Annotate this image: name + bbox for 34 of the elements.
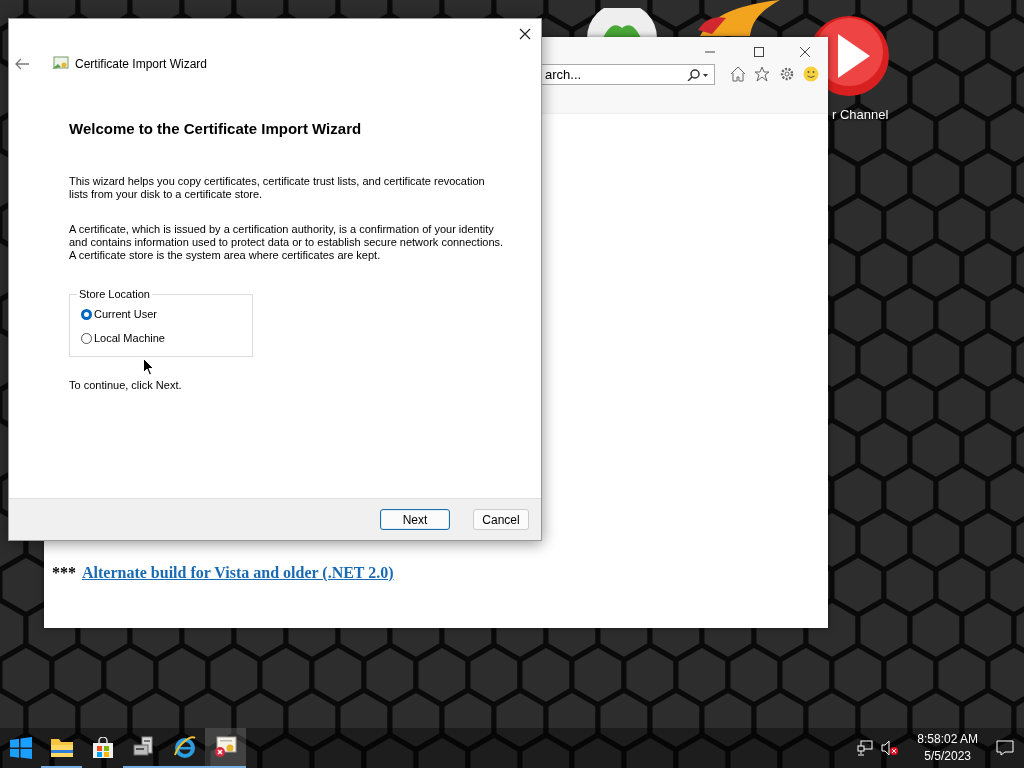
settings-icon[interactable] [779, 66, 795, 82]
group-label: Store Location [78, 288, 151, 300]
hint-text: To continue, click Next. [69, 379, 182, 391]
search-icon [687, 69, 709, 81]
close-icon [800, 47, 810, 57]
certificate-error-icon [213, 736, 238, 758]
wizard-heading: Welcome to the Certificate Import Wizard [69, 120, 362, 137]
description-text: A certificate, which is issued by a certification authority, is a confirmation of your identity and contains information used to protect data or to establish secure network connections. A certificate store is the system area where certificates are kept. [69, 223, 504, 262]
radio-option[interactable]: Local Machine [81, 326, 165, 350]
windows-logo-icon [8, 736, 33, 760]
muted-speaker-icon[interactable] [881, 740, 900, 756]
back-arrow-icon[interactable] [15, 58, 29, 70]
description-text: This wizard helps you copy certificates, certificate trust lists, and certificate revocation lists from your disk to a certificate store. [69, 175, 486, 201]
network-icon[interactable] [857, 740, 874, 756]
home-icon[interactable] [730, 66, 746, 82]
browser-e-icon [172, 735, 197, 759]
next-button[interactable]: Next [380, 509, 450, 530]
certificate-icon [51, 56, 69, 72]
desktop-icon-label[interactable]: r Channel [832, 107, 889, 122]
smiley-icon[interactable] [803, 66, 819, 82]
taskbar-app-button[interactable] [205, 728, 246, 768]
clock[interactable]: 8:58:02 AM 5/5/2023 [907, 731, 988, 765]
maximize-icon [754, 47, 764, 57]
star-icon[interactable] [754, 66, 770, 82]
notification-icon[interactable] [996, 740, 1014, 756]
bullet-text: *** [52, 564, 76, 582]
close-icon [519, 28, 531, 40]
radio-option[interactable]: Current User [81, 302, 157, 326]
dialog-title: Certificate Import Wizard [75, 57, 208, 71]
download-link[interactable]: Alternate build for Vista and older (.NET 2.0) [82, 564, 394, 582]
mouse-pointer-icon [143, 358, 154, 376]
cancel-button[interactable]: Cancel [473, 509, 529, 530]
computer-device-icon [131, 736, 156, 758]
shopping-bag-icon [91, 737, 114, 759]
